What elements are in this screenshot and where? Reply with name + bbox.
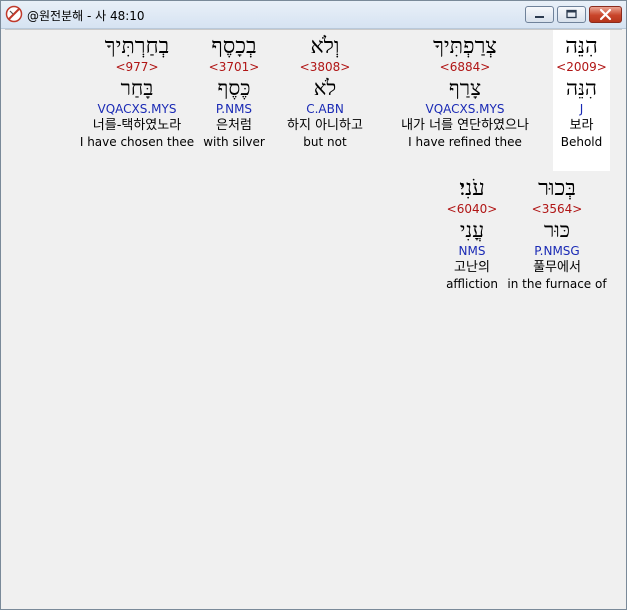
hebrew-root: עֳנִי <box>459 218 485 242</box>
hebrew-word: בְחַרְתִּיךָ <box>104 34 170 59</box>
word-column[interactable]: בְכָסֶף <3701> כֶּסֶף P.NMS 은처럼 with sil… <box>201 34 267 150</box>
window-title: @원전분해 - 사 48:10 <box>27 9 145 23</box>
maximize-button[interactable] <box>557 6 586 23</box>
korean-gloss: 고난의 <box>454 260 490 275</box>
strong-number[interactable]: <6884> <box>383 60 547 74</box>
close-icon <box>599 8 612 21</box>
close-button[interactable] <box>589 6 622 23</box>
morphology-code: J <box>579 102 584 116</box>
english-gloss: with silver <box>203 135 265 149</box>
korean-gloss: 보라 <box>569 118 594 133</box>
strong-number[interactable]: <3701> <box>201 60 267 74</box>
strong-number[interactable]: <2009> <box>553 60 610 74</box>
strong-number[interactable]: <977> <box>77 60 197 74</box>
english-gloss: I have refined thee <box>408 135 522 149</box>
hebrew-root: כּוּר <box>544 218 570 242</box>
word-column[interactable]: וְלֹא <3808> לֹא C.ABN 하지 아니하고 but not <box>275 34 375 150</box>
english-gloss: Behold <box>560 135 603 149</box>
minimize-icon <box>535 16 544 18</box>
app-window: @원전분해 - 사 48:10 בְחַרְתִּיךָ <977> בָּחַ… <box>0 0 627 610</box>
hebrew-word: בְכָסֶף <box>211 34 257 59</box>
morphology-code: VQACXS.MYS <box>425 102 505 116</box>
word-column[interactable]: בְּכוּר <3564> כּוּר P.NMSG 풀무에서 in the … <box>505 176 609 292</box>
english-gloss: I have chosen thee <box>79 135 195 149</box>
word-column-selected[interactable]: הִנֵּה <2009> הִנֵּה J 보라 Behold <box>553 30 610 171</box>
hebrew-word: הִנֵּה <box>565 34 598 59</box>
korean-gloss: 하지 아니하고 <box>287 118 363 133</box>
title-bar[interactable]: @원전분해 - 사 48:10 <box>1 1 626 29</box>
korean-gloss: 은처럼 <box>216 118 252 133</box>
morphology-code: P.NMSG <box>534 244 580 258</box>
hebrew-word: עֹנִי׃ <box>459 176 485 201</box>
hebrew-word: בְּכוּר <box>538 176 576 201</box>
korean-gloss: 내가 너를 연단하였으나 <box>401 118 529 133</box>
hebrew-root: צָרַף <box>448 76 482 100</box>
word-column[interactable]: עֹנִי׃ <6040> עֳנִי NMS 고난의 affliction <box>443 176 501 292</box>
hebrew-word: וְלֹא <box>310 34 340 59</box>
strong-number[interactable]: <3564> <box>505 202 609 216</box>
korean-gloss: 풀무에서 <box>533 260 581 275</box>
korean-gloss: 너를-택하였노라 <box>92 118 182 133</box>
morphology-code: C.ABN <box>306 102 344 116</box>
strong-number[interactable]: <3808> <box>275 60 375 74</box>
english-gloss: but not <box>303 135 347 149</box>
morphology-code: NMS <box>458 244 486 258</box>
hebrew-root: בָּחַר <box>120 76 154 100</box>
maximize-icon <box>566 9 577 19</box>
english-gloss: in the furnace of <box>507 277 607 291</box>
morphology-code: P.NMS <box>215 102 253 116</box>
word-column[interactable]: צְרַפְתִּיךָ <6884> צָרַף VQACXS.MYS 내가 … <box>383 34 547 150</box>
strong-number[interactable]: <6040> <box>443 202 501 216</box>
app-icon[interactable] <box>5 5 23 23</box>
hebrew-root: כֶּסֶף <box>217 76 251 100</box>
word-column[interactable]: בְחַרְתִּיךָ <977> בָּחַר VQACXS.MYS 너를-… <box>77 34 197 150</box>
hebrew-root: לֹא <box>313 76 337 100</box>
interlinear-view: בְחַרְתִּיךָ <977> בָּחַר VQACXS.MYS 너를-… <box>5 29 622 607</box>
hebrew-word: צְרַפְתִּיךָ <box>433 34 497 59</box>
morphology-code: VQACXS.MYS <box>97 102 177 116</box>
english-gloss: affliction <box>446 277 498 291</box>
hebrew-root: הִנֵּה <box>566 76 597 100</box>
minimize-button[interactable] <box>525 6 554 23</box>
